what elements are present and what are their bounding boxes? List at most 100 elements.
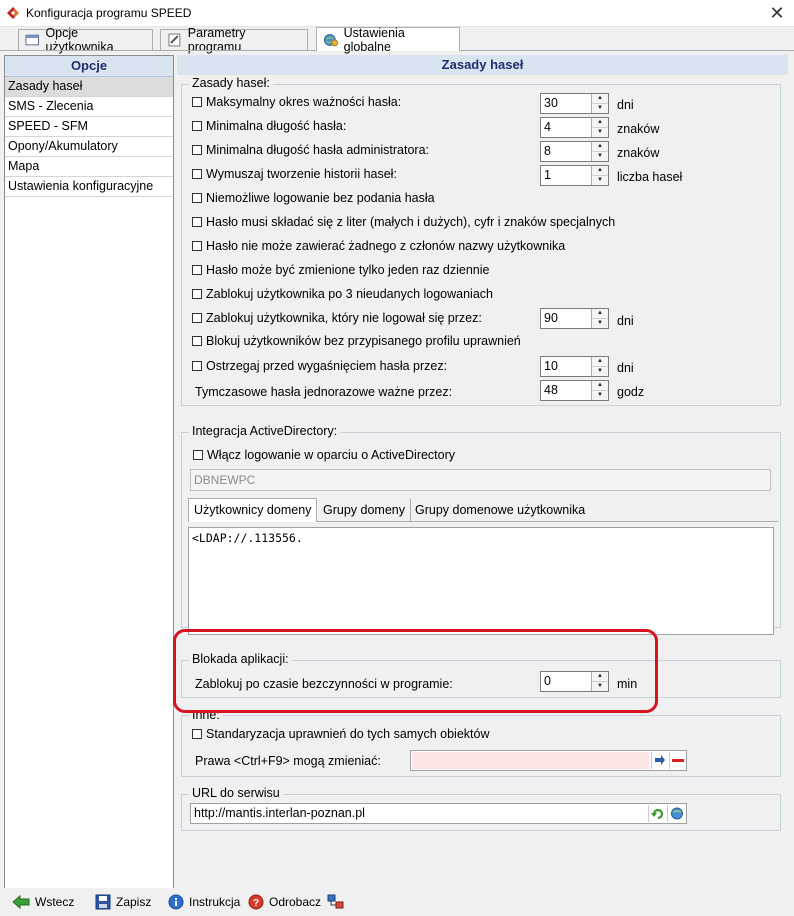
once-per-day-label: Hasło może być zmienione tylko jeden raz… — [206, 263, 490, 277]
refresh-icon[interactable] — [648, 805, 667, 822]
help-label: Instrukcja — [189, 895, 241, 909]
sidebar-item-sms-zlecenia[interactable]: SMS - Zlecenia — [5, 97, 173, 117]
spinner-buttons: ▲ ▼ — [591, 166, 608, 185]
app-lock-label: Zablokuj po czasie bezczynności w progra… — [195, 677, 453, 691]
spin-up-icon[interactable]: ▲ — [592, 309, 608, 319]
history-label: Wymuszaj tworzenie historii haseł: — [206, 167, 397, 181]
rights-field[interactable] — [410, 750, 687, 771]
tab-parametry-programu[interactable]: Parametry programu — [160, 26, 308, 54]
ad-users-content: <LDAP://.113556. — [192, 531, 303, 545]
global-settings-icon — [323, 33, 339, 46]
tab-opcje-uzytkownika[interactable]: Opcje użytkownika — [18, 26, 153, 54]
globe-icon[interactable] — [667, 805, 686, 822]
max-validity-checkbox[interactable] — [192, 97, 202, 107]
temp-password-spinner[interactable]: 48 ▲ ▼ — [540, 380, 609, 401]
standardize-checkbox[interactable] — [192, 729, 202, 739]
spinner-value: 10 — [544, 359, 558, 373]
history-spinner[interactable]: 1 ▲ ▼ — [540, 165, 609, 186]
title-bar: Konfiguracja programu SPEED ✕ — [0, 0, 794, 27]
no-profile-checkbox[interactable] — [192, 336, 202, 346]
lock-after-3-checkbox[interactable] — [192, 289, 202, 299]
tab-ustawienia-globalne[interactable]: Ustawienia globalne — [316, 25, 460, 54]
spin-up-icon[interactable]: ▲ — [592, 381, 608, 391]
no-username-parts-checkbox[interactable] — [192, 241, 202, 251]
save-label: Zapisz — [116, 895, 152, 909]
tab-grupy-domeny[interactable]: Grupy domeny — [318, 499, 411, 521]
unit-label: liczba haseł — [617, 170, 683, 184]
spin-up-icon[interactable]: ▲ — [592, 672, 608, 682]
complexity-checkbox[interactable] — [192, 217, 202, 227]
spinner-value: 0 — [544, 674, 551, 688]
spinner-buttons: ▲ ▼ — [591, 672, 608, 691]
spinner-buttons: ▲ ▼ — [591, 142, 608, 161]
network-button[interactable] — [327, 893, 345, 911]
lock-inactive-spinner[interactable]: 90 ▲ ▼ — [540, 308, 609, 329]
lock-inactive-label: Zablokuj użytkownika, który nie logował … — [206, 311, 482, 325]
complexity-label: Hasło musi składać się z liter (małych i… — [206, 215, 616, 229]
sidebar-item-zasady-hasel[interactable]: Zasady haseł — [5, 77, 173, 97]
network-icon — [327, 894, 344, 909]
spinner-buttons: ▲ ▼ — [591, 357, 608, 376]
user-options-icon — [25, 34, 39, 46]
service-url-field[interactable]: http://mantis.interlan-poznan.pl — [190, 803, 687, 824]
sidebar-item-mapa[interactable]: Mapa — [5, 157, 173, 177]
spin-up-icon[interactable]: ▲ — [592, 142, 608, 152]
spin-up-icon[interactable]: ▲ — [592, 118, 608, 128]
unit-label: min — [617, 677, 638, 691]
once-per-day-checkbox[interactable] — [192, 265, 202, 275]
spinner-buttons: ▲ ▼ — [591, 118, 608, 137]
select-arrow-icon[interactable] — [651, 752, 668, 769]
spin-up-icon[interactable]: ▲ — [592, 357, 608, 367]
spin-down-icon[interactable]: ▼ — [592, 682, 608, 691]
ad-enable-label: Włącz logowanie w oparciu o ActiveDirect… — [207, 448, 456, 462]
spinner-value: 30 — [544, 96, 558, 110]
window-title: Konfiguracja programu SPEED — [26, 6, 192, 20]
back-button[interactable]: Wstecz — [12, 893, 74, 911]
sidebar-item-opony-akumulatory[interactable]: Opony/Akumulatory — [5, 137, 173, 157]
expiry-warning-checkbox[interactable] — [192, 361, 202, 371]
spin-down-icon[interactable]: ▼ — [592, 367, 608, 376]
clear-icon[interactable] — [669, 752, 686, 769]
ad-enable-checkbox[interactable] — [193, 450, 203, 460]
sidebar-item-speed-sfm[interactable]: SPEED - SFM — [5, 117, 173, 137]
spinner-value: 1 — [544, 168, 551, 182]
app-lock-spinner[interactable]: 0 ▲ ▼ — [540, 671, 609, 692]
sidebar-item-ustawienia-konfiguracyjne[interactable]: Ustawienia konfiguracyjne — [5, 177, 173, 197]
tab-uzytkownicy-domeny[interactable]: Użytkownicy domeny — [188, 498, 318, 522]
admin-min-length-checkbox[interactable] — [192, 145, 202, 155]
expiry-warning-label: Ostrzegaj przed wygaśnięciem hasła przez… — [206, 359, 448, 373]
spin-down-icon[interactable]: ▼ — [592, 128, 608, 137]
min-length-checkbox[interactable] — [192, 121, 202, 131]
tab-label: Ustawienia globalne — [343, 25, 405, 54]
tab-grupy-domenowe-uzytkownika[interactable]: Grupy domenowe użytkownika — [410, 499, 590, 521]
spin-down-icon[interactable]: ▼ — [592, 152, 608, 161]
expiry-warning-spinner[interactable]: 10 ▲ ▼ — [540, 356, 609, 377]
rights-value-area — [412, 752, 649, 769]
spin-down-icon[interactable]: ▼ — [592, 319, 608, 328]
spin-down-icon[interactable]: ▼ — [592, 391, 608, 400]
spinner-buttons: ▲ ▼ — [591, 309, 608, 328]
app-logo-icon — [7, 7, 19, 19]
spin-down-icon[interactable]: ▼ — [592, 176, 608, 185]
spin-down-icon[interactable]: ▼ — [592, 104, 608, 113]
min-length-spinner[interactable]: 4 ▲ ▼ — [540, 117, 609, 138]
no-login-without-password-checkbox[interactable] — [192, 193, 202, 203]
spinner-buttons: ▲ ▼ — [591, 94, 608, 113]
app-lock-legend: Blokada aplikacji: — [189, 652, 292, 666]
admin-min-length-label: Minimalna długość hasła administratora: — [206, 143, 430, 157]
other-legend: Inne: — [189, 708, 223, 722]
ad-users-list[interactable]: <LDAP://.113556. — [188, 527, 774, 635]
spin-up-icon[interactable]: ▲ — [592, 94, 608, 104]
save-button[interactable]: Zapisz — [95, 893, 151, 911]
admin-min-length-spinner[interactable]: 8 ▲ ▼ — [540, 141, 609, 162]
ad-domain-field[interactable]: DBNEWPC — [190, 469, 771, 491]
max-validity-spinner[interactable]: 30 ▲ ▼ — [540, 93, 609, 114]
history-checkbox[interactable] — [192, 169, 202, 179]
lock-inactive-checkbox[interactable] — [192, 313, 202, 323]
help-button[interactable]: Instrukcja — [168, 893, 240, 911]
unit-label: dni — [617, 361, 634, 375]
close-button[interactable]: ✕ — [766, 3, 788, 23]
sidebar-header: Opcje — [5, 56, 173, 77]
debug-button[interactable]: ? Odrobacz — [248, 893, 321, 911]
spin-up-icon[interactable]: ▲ — [592, 166, 608, 176]
